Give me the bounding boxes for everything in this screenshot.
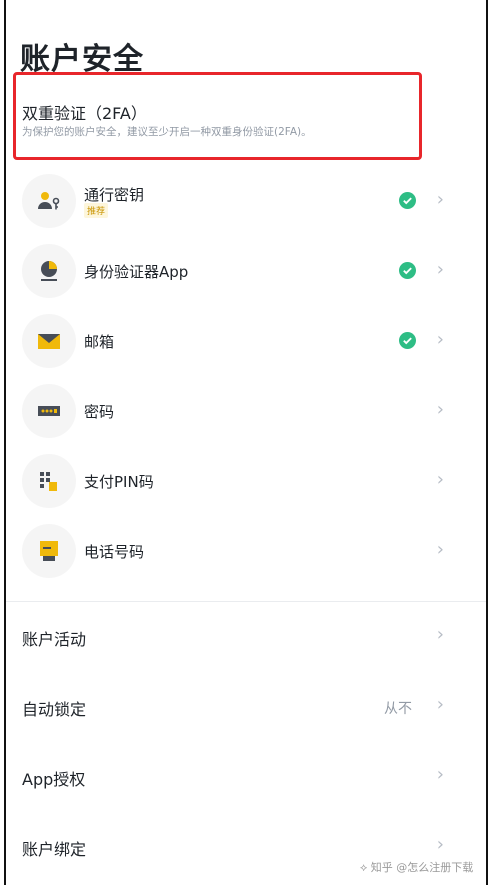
method-row-email[interactable]: 邮箱 ›: [6, 306, 486, 376]
authenticator-icon: [22, 244, 76, 298]
chevron-right-icon: ›: [436, 259, 444, 280]
password-icon: [22, 384, 76, 438]
check-icon: [399, 262, 416, 279]
chevron-right-icon: ›: [436, 834, 444, 855]
twofa-description: 为保护您的账户安全，建议至少开启一种双重身份验证(2FA)。: [22, 126, 312, 138]
chevron-right-icon: ›: [436, 399, 444, 420]
passkey-icon: [22, 174, 76, 228]
settings-label: App授权: [22, 770, 86, 789]
settings-label: 自动锁定: [22, 700, 87, 719]
method-label: 邮箱: [84, 333, 115, 351]
method-row-pin[interactable]: 支付PIN码 ›: [6, 446, 486, 516]
method-row-phone[interactable]: 电话号码 ›: [6, 516, 486, 586]
chevron-right-icon: ›: [436, 329, 444, 350]
recommended-badge: 推荐: [84, 203, 109, 218]
method-label: 通行密钥: [84, 186, 145, 204]
chevron-right-icon: ›: [436, 624, 444, 645]
mail-icon: [22, 314, 76, 368]
chevron-right-icon: ›: [436, 764, 444, 785]
watermark: ⟡ 知乎 @怎么注册下载: [360, 861, 474, 874]
settings-row-app-authorization[interactable]: App授权 ›: [6, 746, 486, 806]
check-icon: [399, 192, 416, 209]
settings-row-account-activity[interactable]: 账户活动 ›: [6, 606, 486, 666]
method-row-authenticator[interactable]: 身份验证器App ›: [6, 236, 486, 306]
settings-row-auto-lock[interactable]: 自动锁定 从不 ›: [6, 676, 486, 736]
method-label: 密码: [84, 403, 115, 421]
chevron-right-icon: ›: [436, 694, 444, 715]
check-icon: [399, 332, 416, 349]
auto-lock-value: 从不: [384, 701, 412, 717]
chevron-right-icon: ›: [436, 189, 444, 210]
chevron-right-icon: ›: [436, 469, 444, 490]
pin-icon: [22, 454, 76, 508]
settings-label: 账户活动: [22, 630, 87, 649]
settings-label: 账户绑定: [22, 840, 87, 859]
chevron-right-icon: ›: [436, 539, 444, 560]
method-label: 支付PIN码: [84, 473, 154, 491]
section-divider: [6, 601, 486, 602]
method-row-passkey[interactable]: 通行密钥 推荐 ›: [6, 166, 486, 236]
phone-icon: [22, 524, 76, 578]
twofa-title: 双重验证（2FA）: [22, 104, 147, 123]
method-label: 电话号码: [84, 543, 145, 561]
method-label: 身份验证器App: [84, 263, 189, 281]
method-row-password[interactable]: 密码 ›: [6, 376, 486, 446]
